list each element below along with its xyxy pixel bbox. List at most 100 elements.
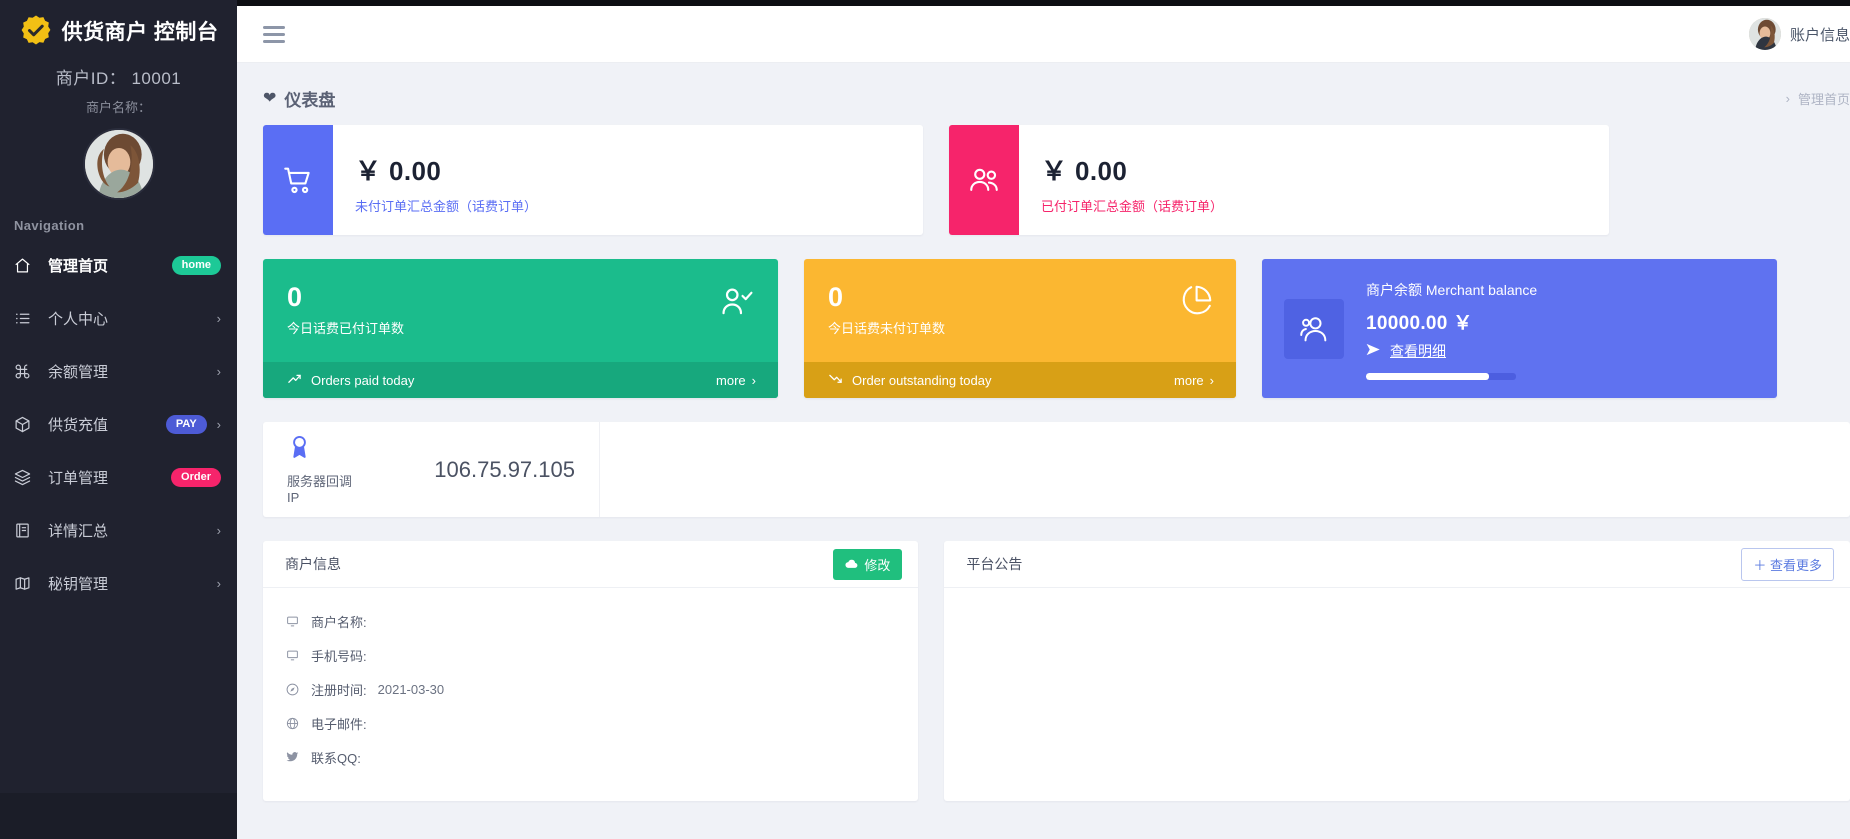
orders-unpaid-footer[interactable]: Order outstanding today more › — [804, 362, 1236, 398]
merchant-info-row: 商户名称: — [285, 610, 896, 633]
balance-detail-link[interactable]: 查看明细 — [1366, 341, 1537, 361]
merchant-name: 商户名称： — [0, 97, 237, 116]
cart-icon — [263, 125, 333, 235]
home-icon — [14, 257, 36, 274]
content: ￥ 0.00 未付订单汇总金额（话费订单） ￥ 0.00 已付订单汇总金额（话费… — [237, 125, 1850, 801]
users-icon — [949, 125, 1019, 235]
nav-heading: Navigation — [0, 200, 237, 239]
award-icon — [287, 434, 360, 464]
sidebar-item-recharge[interactable]: 供货充值 PAY › — [0, 398, 237, 451]
orders-paid-today-tile[interactable]: 0 今日话费已付订单数 Orders paid today — [263, 259, 778, 398]
merchant-balance-card[interactable]: 商户余额 Merchant balance 10000.00 ￥ 查看明细 — [1262, 259, 1777, 398]
paid-total-body: ￥ 0.00 已付订单汇总金额（话费订单） — [1019, 125, 1223, 235]
trend-up-icon — [287, 371, 302, 389]
edit-merchant-label: 修改 — [864, 555, 890, 574]
merchant-info-row: 联系QQ: — [285, 746, 896, 769]
map-icon — [14, 575, 36, 592]
brand[interactable]: 供货商户 控制台 — [0, 0, 237, 54]
monitor-icon — [285, 615, 300, 628]
balance-value: 10000.00 ￥ — [1366, 308, 1537, 335]
merchant-info-label: 电子邮件: — [311, 714, 367, 733]
people-icon — [1284, 299, 1344, 359]
sidebar-item-details[interactable]: 详情汇总 › — [0, 504, 237, 557]
orders-outstanding-today-tile[interactable]: 0 今日话费未付订单数 Order outstanding today — [804, 259, 1236, 398]
account-label: 账户信息 — [1790, 24, 1850, 45]
server-ip-cell[interactable]: 服务器回调IP 106.75.97.105 — [263, 422, 599, 517]
paid-total-card[interactable]: ￥ 0.00 已付订单汇总金额（话费订单） — [949, 125, 1609, 235]
merchant-info-label: 手机号码: — [311, 646, 367, 665]
tile-top: 0 今日话费已付订单数 — [263, 259, 778, 362]
orders-paid-count: 0 — [287, 283, 404, 311]
merchant-info-row: 电子邮件: — [285, 712, 896, 735]
page-title-text: 仪表盘 — [284, 86, 335, 111]
orders-unpaid-more-link[interactable]: more › — [1174, 373, 1214, 388]
header-bar: 账户信息 — [237, 6, 1850, 63]
unpaid-total-caption: 未付订单汇总金额（话费订单） — [355, 196, 537, 215]
paid-total-value: ￥ 0.00 — [1041, 151, 1223, 188]
ip-row: 服务器回调IP 106.75.97.105 — [263, 422, 1850, 517]
orders-paid-footer-label: Orders paid today — [311, 373, 414, 388]
ip-empty-cell — [599, 422, 1850, 517]
merchant-info-row: 注册时间: 2021-03-30 — [285, 678, 896, 701]
breadcrumb: › 管理首页 — [1786, 89, 1850, 108]
sidebar-item-label: 秘钥管理 — [48, 573, 207, 594]
check-badge-icon — [19, 14, 53, 48]
merchant-info-body: 商户名称: 手机号码: — [263, 588, 918, 790]
sidebar-badge-pay: PAY — [166, 415, 207, 434]
footer-left: Orders paid today — [287, 371, 414, 389]
box-icon — [14, 416, 36, 433]
bottom-row: 商户信息 修改 商户名称: — [263, 541, 1850, 801]
pie-chart-icon — [1178, 283, 1214, 324]
chevron-right-icon: › — [217, 364, 221, 379]
orders-unpaid-caption: 今日话费未付订单数 — [828, 318, 945, 337]
notice-more-button[interactable]: ＋ 查看更多 — [1741, 548, 1834, 581]
merchant-info-label: 注册时间: — [311, 680, 367, 699]
server-ip-caption: 服务器回调IP — [287, 471, 360, 505]
command-icon — [14, 363, 36, 380]
breadcrumb-item[interactable]: 管理首页 — [1798, 89, 1850, 108]
orders-paid-footer[interactable]: Orders paid today more › — [263, 362, 778, 398]
avatar[interactable] — [83, 128, 155, 200]
twitter-icon — [285, 751, 300, 764]
brand-title: 供货商户 控制台 — [62, 16, 219, 46]
main-area: 账户信息 ❤ 仪表盘 › 管理首页 ￥ 0.00 — [237, 0, 1850, 839]
server-ip-panel: 服务器回调IP 106.75.97.105 — [263, 422, 1850, 517]
chevron-right-icon: › — [752, 373, 756, 388]
orders-unpaid-footer-label: Order outstanding today — [852, 373, 991, 388]
sidebar-badge-order: Order — [171, 468, 221, 487]
tile-text: 0 今日话费未付订单数 — [828, 283, 945, 337]
chevron-right-icon: › — [217, 523, 221, 538]
monitor-icon — [285, 649, 300, 662]
sidebar-item-orders[interactable]: 订单管理 Order — [0, 451, 237, 504]
more-label: more — [1174, 373, 1204, 388]
list-icon — [14, 310, 36, 327]
notice-panel-header: 平台公告 ＋ 查看更多 — [944, 541, 1850, 588]
merchant-info-title: 商户信息 — [285, 554, 341, 574]
chevron-right-icon: › — [1210, 373, 1214, 388]
layers-icon — [14, 469, 36, 486]
sidebar: 供货商户 控制台 商户ID： 10001 商户名称： Navigation — [0, 0, 237, 839]
breadcrumb-separator: › — [1786, 91, 1790, 106]
merchant-info-value: 2021-03-30 — [378, 682, 445, 697]
sidebar-item-label: 订单管理 — [48, 467, 165, 488]
page-head: ❤ 仪表盘 › 管理首页 — [237, 63, 1850, 125]
avatar[interactable] — [1749, 18, 1781, 50]
sidebar-item-home[interactable]: 管理首页 home — [0, 239, 237, 292]
paid-total-caption: 已付订单汇总金额（话费订单） — [1041, 196, 1223, 215]
sidebar-item-balance[interactable]: 余额管理 › — [0, 345, 237, 398]
sidebar-item-profile[interactable]: 个人中心 › — [0, 292, 237, 345]
edit-merchant-button[interactable]: 修改 — [833, 549, 902, 580]
notice-panel-body — [944, 588, 1850, 620]
header-account[interactable]: 账户信息 — [1749, 18, 1850, 50]
cloud-icon — [845, 557, 858, 572]
sidebar-item-label: 详情汇总 — [48, 520, 207, 541]
hamburger-icon[interactable] — [263, 22, 285, 47]
send-icon — [1366, 343, 1381, 359]
sidebar-item-label: 余额管理 — [48, 361, 207, 382]
orders-paid-more-link[interactable]: more › — [716, 373, 756, 388]
balance-body: 商户余额 Merchant balance 10000.00 ￥ 查看明细 — [1366, 278, 1537, 380]
unpaid-total-card[interactable]: ￥ 0.00 未付订单汇总金额（话费订单） — [263, 125, 923, 235]
balance-progress-fill — [1366, 373, 1489, 380]
sidebar-item-keys[interactable]: 秘钥管理 › — [0, 557, 237, 610]
tiles-row: 0 今日话费已付订单数 Orders paid today — [263, 259, 1850, 398]
